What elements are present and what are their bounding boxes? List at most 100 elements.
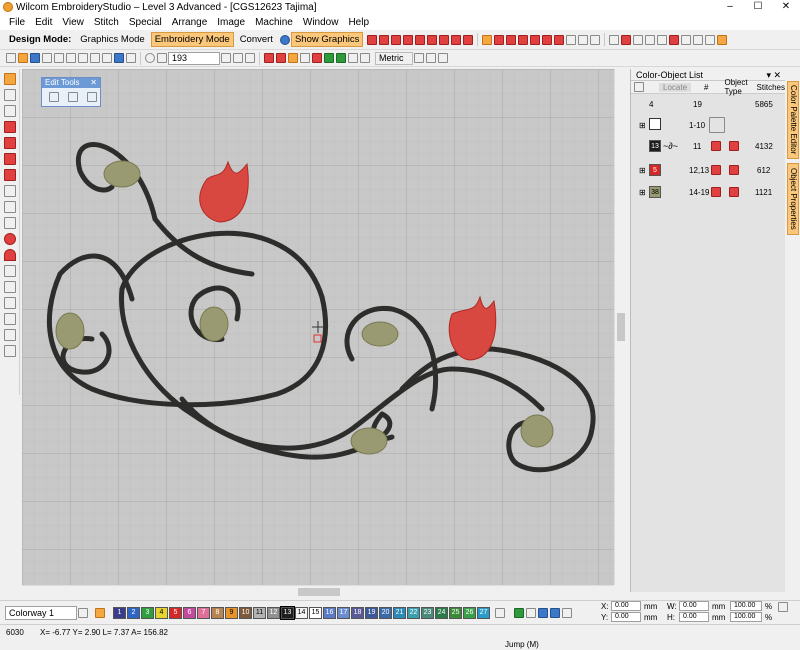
menu-view[interactable]: View: [62, 17, 84, 28]
color-swatch-4[interactable]: 4: [155, 606, 168, 619]
color-swatch-6[interactable]: 6: [183, 606, 196, 619]
options-icon[interactable]: [717, 34, 728, 45]
zoom-dropdown-icon[interactable]: [221, 53, 231, 63]
pencil-icon[interactable]: [49, 92, 59, 102]
pattern-icon[interactable]: [506, 34, 517, 45]
zoom-icon[interactable]: [145, 53, 155, 63]
colorway-dropdown-icon[interactable]: [78, 607, 88, 618]
h-percent-field[interactable]: 100.00: [730, 612, 762, 622]
menu-special[interactable]: Special: [129, 17, 162, 28]
embroidery-mode-button[interactable]: Embroidery Mode: [150, 32, 234, 47]
scroll-colors-icon[interactable]: [495, 607, 505, 618]
digitize-input-icon[interactable]: [4, 153, 16, 165]
manual-stitch-icon[interactable]: [4, 345, 16, 357]
new-icon[interactable]: [6, 53, 16, 63]
color-swatch-18[interactable]: 18: [351, 606, 364, 619]
motif-icon[interactable]: [518, 34, 529, 45]
expand-icon[interactable]: ⊞: [639, 121, 646, 130]
color-swatch-17[interactable]: 17: [337, 606, 350, 619]
color-swatch-21[interactable]: 21: [393, 606, 406, 619]
zoom-field[interactable]: 193: [168, 51, 220, 65]
h-field[interactable]: 0.00: [679, 612, 709, 622]
menu-stitch[interactable]: Stitch: [94, 17, 119, 28]
w-field[interactable]: 0.00: [679, 601, 709, 611]
convert-button[interactable]: Convert: [237, 32, 276, 47]
color-swatch-10[interactable]: 10: [239, 606, 252, 619]
measure-icon[interactable]: [245, 53, 255, 63]
hoop-toggle-icon[interactable]: [538, 607, 548, 618]
add-color-icon[interactable]: [514, 607, 524, 618]
table-row[interactable]: ⊞ 1-10: [631, 115, 786, 135]
stitch-type-icon[interactable]: [367, 34, 378, 45]
show-connectors-icon[interactable]: [300, 53, 310, 63]
digitize-fill-icon[interactable]: [4, 137, 16, 149]
expand-icon[interactable]: ⊞: [639, 188, 646, 197]
locate-header[interactable]: Locate: [659, 82, 692, 92]
tool-a-icon[interactable]: [426, 53, 436, 63]
lock-proportion-icon[interactable]: [778, 602, 788, 612]
close-button[interactable]: ✕: [772, 0, 800, 14]
open-icon[interactable]: [18, 53, 28, 63]
vertical-scroll-thumb[interactable]: [617, 313, 625, 341]
digitize-pattern-icon[interactable]: [4, 201, 16, 213]
color-swatch-2[interactable]: 2: [127, 606, 140, 619]
pan-icon[interactable]: [233, 53, 243, 63]
ellipse-icon[interactable]: [4, 233, 16, 245]
cross-icon[interactable]: [542, 34, 553, 45]
remove-color-icon[interactable]: [526, 607, 536, 618]
show-grid-icon[interactable]: [324, 53, 334, 63]
summary-row[interactable]: 4 19 5865: [631, 97, 786, 111]
maximize-button[interactable]: ☐: [744, 0, 772, 14]
paste-icon[interactable]: [90, 53, 100, 63]
save-icon[interactable]: [30, 53, 40, 63]
digitize-run-icon[interactable]: [4, 185, 16, 197]
table-row[interactable]: 13 ~∂~ 11 4132: [631, 138, 786, 154]
satin-icon[interactable]: [379, 34, 390, 45]
team-names-icon[interactable]: [4, 313, 16, 325]
menu-arrange[interactable]: Arrange: [172, 17, 208, 28]
digitize-motif-icon[interactable]: [4, 217, 16, 229]
color-swatch-3[interactable]: 3: [141, 606, 154, 619]
digitize-satin-icon[interactable]: [4, 121, 16, 133]
menu-edit[interactable]: Edit: [35, 17, 52, 28]
color-swatch-20[interactable]: 20: [379, 606, 392, 619]
color-swatch-19[interactable]: 19: [365, 606, 378, 619]
horizontal-scroll-thumb[interactable]: [298, 588, 340, 596]
triple-run-icon[interactable]: [415, 34, 426, 45]
units-field[interactable]: Metric: [375, 51, 413, 65]
vertical-scrollbar[interactable]: [614, 69, 627, 585]
w-percent-field[interactable]: 100.00: [730, 601, 762, 611]
eyedropper-icon[interactable]: [68, 92, 78, 102]
object-properties-tab[interactable]: Object Properties: [787, 163, 799, 235]
expand-all-icon[interactable]: [634, 82, 644, 92]
color-swatch-15[interactable]: 15: [309, 606, 322, 619]
x-field[interactable]: 0.00: [611, 601, 641, 611]
run-icon[interactable]: [403, 34, 414, 45]
tool-b-icon[interactable]: [438, 53, 448, 63]
sequin-icon[interactable]: [530, 34, 541, 45]
digitize-complex-icon[interactable]: [4, 169, 16, 181]
show-graphics-button[interactable]: Show Graphics: [290, 32, 364, 47]
expand-icon[interactable]: ⊞: [639, 166, 646, 175]
chain-icon[interactable]: [554, 34, 565, 45]
auto-digitize-icon[interactable]: [4, 329, 16, 341]
minimize-button[interactable]: –: [716, 0, 744, 14]
rgb-icon[interactable]: [669, 34, 680, 45]
menu-machine[interactable]: Machine: [255, 17, 293, 28]
arc-icon[interactable]: [4, 249, 16, 261]
color-palette-editor-tab[interactable]: Color Palette Editor: [787, 81, 799, 159]
color-swatch-12[interactable]: 12: [267, 606, 280, 619]
table-row[interactable]: ⊞ 5 12,13 612: [631, 162, 786, 178]
color-swatch-26[interactable]: 26: [463, 606, 476, 619]
grid-icon[interactable]: [633, 34, 644, 45]
effect-icon[interactable]: [590, 34, 601, 45]
mesh-icon[interactable]: [566, 34, 577, 45]
zigzag-icon[interactable]: [463, 34, 474, 45]
redo-icon[interactable]: [126, 53, 136, 63]
show-functions-icon[interactable]: [312, 53, 322, 63]
copy-icon[interactable]: [78, 53, 88, 63]
color-swatch-24[interactable]: 24: [435, 606, 448, 619]
color-swatch-23[interactable]: 23: [421, 606, 434, 619]
color-swatch-14[interactable]: 14: [295, 606, 308, 619]
edit-tools-close-button[interactable]: ✕: [90, 78, 97, 88]
